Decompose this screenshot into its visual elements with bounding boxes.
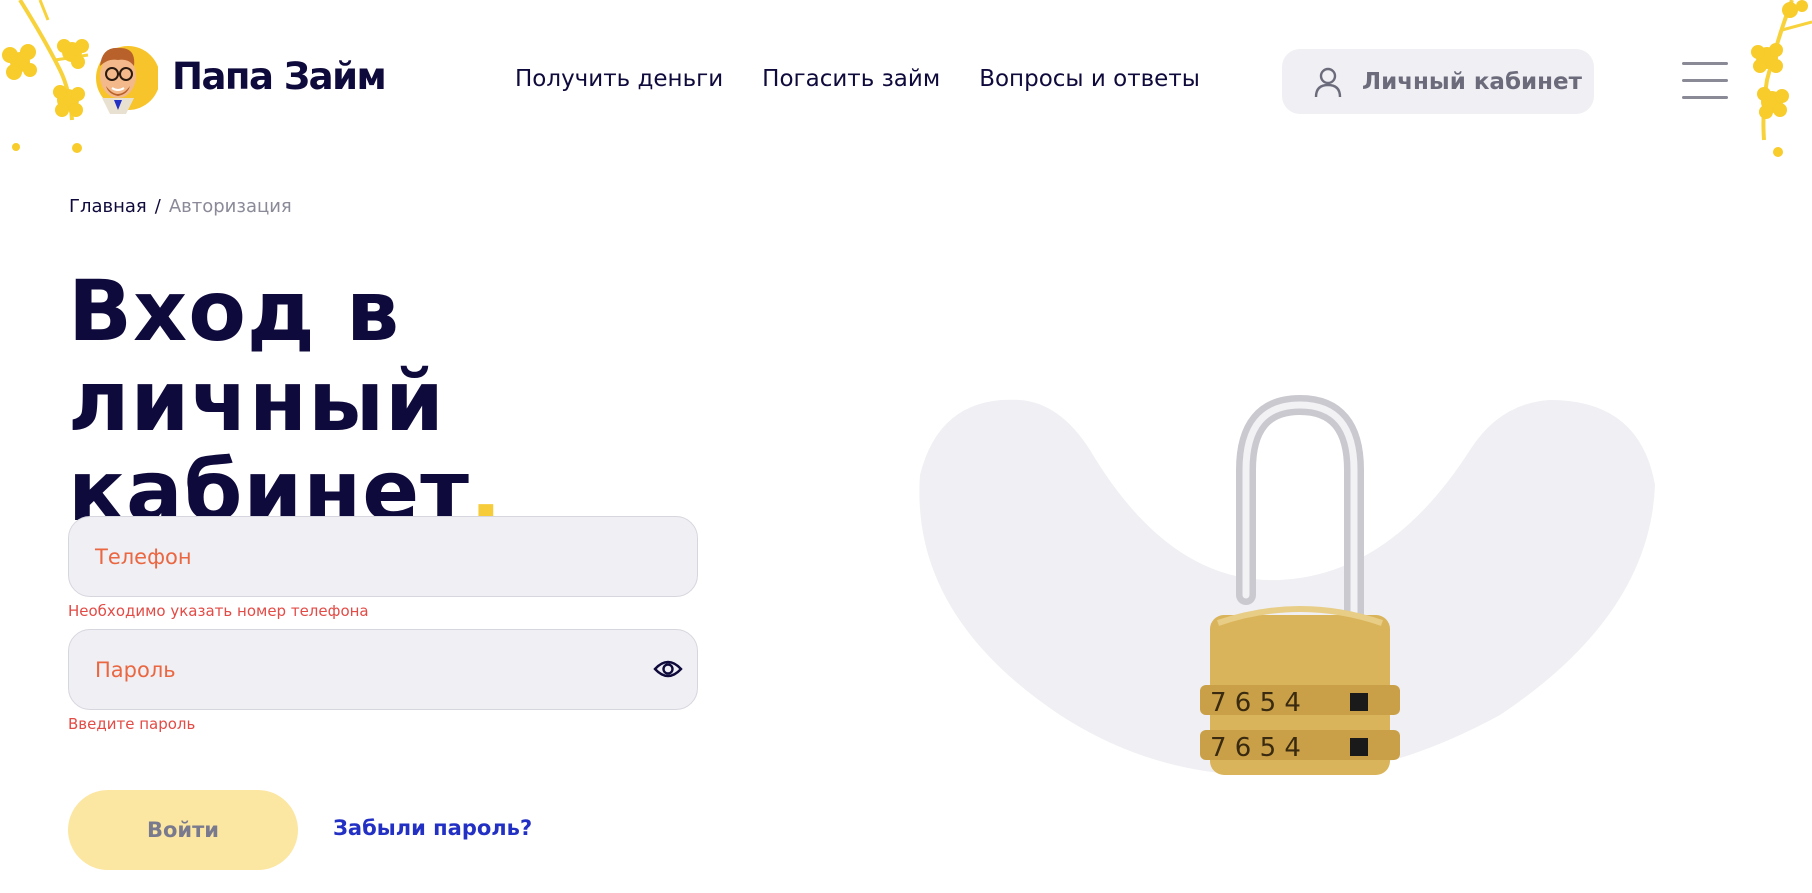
- main-nav: Получить деньги Погасить займ Вопросы и …: [515, 66, 1239, 92]
- password-field-wrapper: [68, 629, 698, 710]
- logo-text: Папа Займ: [172, 54, 387, 98]
- personal-cabinet-button[interactable]: Личный кабинет: [1282, 49, 1594, 114]
- nav-faq[interactable]: Вопросы и ответы: [979, 66, 1200, 92]
- login-button[interactable]: Войти: [68, 790, 298, 870]
- forgot-password-link[interactable]: Забыли пароль?: [333, 816, 532, 840]
- breadcrumb-home[interactable]: Главная: [69, 196, 147, 217]
- eye-icon[interactable]: [653, 657, 683, 681]
- page-title: Вход в личный кабинет.: [68, 266, 768, 536]
- personal-cabinet-label: Личный кабинет: [1362, 68, 1582, 95]
- phone-input[interactable]: [69, 517, 697, 596]
- phone-field-wrapper: [68, 516, 698, 597]
- mascot-logo-icon: [96, 46, 158, 114]
- nav-repay-loan[interactable]: Погасить займ: [762, 66, 940, 92]
- user-icon: [1314, 67, 1342, 97]
- password-input[interactable]: [69, 630, 697, 709]
- password-error: Введите пароль: [68, 715, 196, 733]
- padlock-illustration: 7 6 5 4 7 6 5 4: [919, 395, 1655, 775]
- flower-decoration-right: [1751, 0, 1812, 157]
- breadcrumb: Главная / Авторизация: [69, 196, 292, 217]
- page-title-line1: Вход в личный: [68, 262, 445, 450]
- phone-error: Необходимо указать номер телефона: [68, 602, 369, 620]
- menu-icon[interactable]: [1682, 62, 1730, 100]
- svg-text:7 6 5 4: 7 6 5 4: [1210, 733, 1301, 763]
- logo[interactable]: Папа Займ: [84, 36, 387, 116]
- breadcrumb-current: Авторизация: [168, 196, 292, 217]
- breadcrumb-separator: /: [154, 196, 161, 217]
- nav-get-money[interactable]: Получить деньги: [515, 66, 723, 92]
- svg-text:7 6 5 4: 7 6 5 4: [1210, 688, 1301, 718]
